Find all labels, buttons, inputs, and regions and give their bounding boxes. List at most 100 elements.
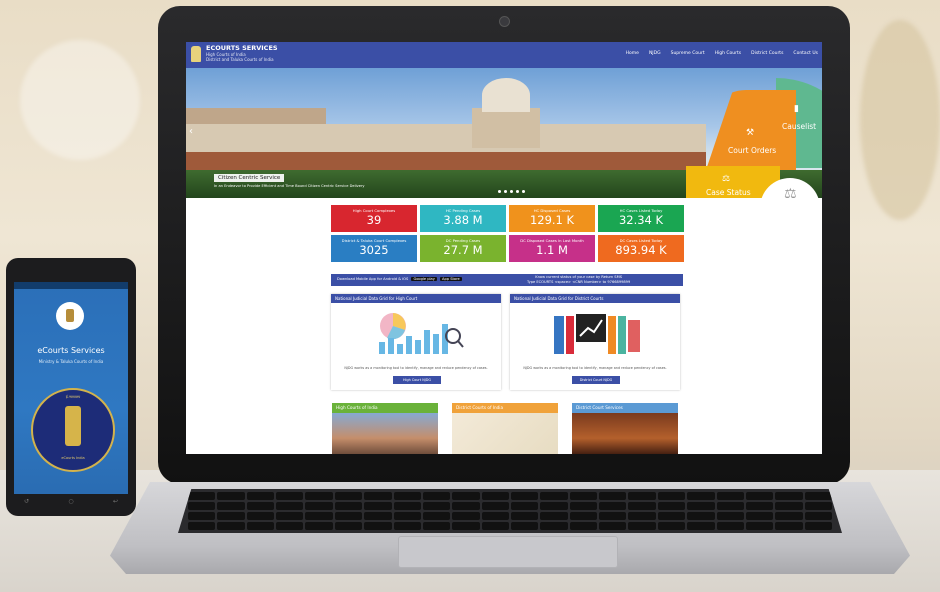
keyboard-key bbox=[481, 502, 509, 510]
card-district-courts[interactable]: District Courts of India bbox=[452, 403, 558, 454]
keyboard-key bbox=[775, 492, 803, 500]
wheel-label-court-orders: Court Orders bbox=[728, 146, 777, 155]
phone-back-icon[interactable]: ↺ bbox=[24, 498, 29, 505]
nav-home[interactable]: Home bbox=[626, 51, 639, 56]
keyboard-key bbox=[804, 512, 832, 520]
google-play-badge[interactable]: Google play bbox=[411, 277, 437, 281]
keyboard-key bbox=[569, 502, 598, 510]
phone-recent-icon[interactable]: ↩ bbox=[113, 498, 118, 505]
card-image bbox=[452, 413, 558, 454]
keyboard-key bbox=[628, 512, 656, 520]
main-nav: Home NJDG Supreme Court High Courts Dist… bbox=[626, 51, 818, 56]
stat-tile[interactable]: DC Pending Cases 27.7 M bbox=[420, 235, 506, 262]
card-title: District Court Services bbox=[572, 403, 678, 413]
stat-tile[interactable]: HC Cases Listed Today 32.34 K bbox=[598, 205, 684, 232]
ecourts-seal-icon: ई-न्यायालय eCourts India bbox=[31, 388, 115, 472]
stat-tile[interactable]: DC Cases Listed Today 893.94 K bbox=[598, 235, 684, 262]
stat-value: 129.1 K bbox=[529, 213, 575, 227]
keyboard-key bbox=[657, 522, 686, 530]
national-emblem-icon bbox=[191, 46, 201, 62]
keyboard-key bbox=[422, 512, 451, 520]
sms-text: Type ECOURTS <space> <CNR Number> to 976… bbox=[527, 279, 631, 284]
keyboard-key bbox=[305, 512, 333, 520]
keyboard-key bbox=[775, 502, 803, 510]
high-court-njdg-button[interactable]: High Court NJDG bbox=[393, 376, 441, 384]
nav-high-courts[interactable]: High Courts bbox=[715, 51, 741, 56]
slider-prev-icon[interactable]: ‹ bbox=[189, 126, 193, 137]
keyboard-key bbox=[305, 502, 333, 510]
keyboard-key bbox=[510, 492, 539, 500]
scales-center-icon: ⚖ bbox=[784, 186, 797, 198]
keyboard-key bbox=[422, 502, 451, 510]
stat-value: 32.34 K bbox=[618, 213, 664, 227]
stat-label: HC Disposed Cases bbox=[533, 208, 571, 213]
stat-tile[interactable]: HC Pending Cases 3.88 M bbox=[420, 205, 506, 232]
gavel-icon: ⚒ bbox=[746, 128, 755, 138]
keyboard-key bbox=[716, 492, 744, 500]
keyboard-key bbox=[540, 512, 568, 520]
phone-screen: eCourts Services Ministry & Taluka Court… bbox=[14, 282, 128, 494]
stat-label: HC Pending Cases bbox=[445, 208, 481, 213]
keyboard-key bbox=[716, 522, 744, 530]
keyboard-key bbox=[628, 502, 656, 510]
card-high-courts[interactable]: High Courts of India bbox=[332, 403, 438, 454]
sms-title: Know current status of your case by Retu… bbox=[535, 275, 622, 279]
phone-home-icon[interactable]: ○ bbox=[68, 498, 73, 505]
panel-desc: NJDG works as a monitoring tool to ident… bbox=[344, 366, 488, 370]
card-image bbox=[332, 413, 438, 454]
stat-label: High Court Complexes bbox=[352, 208, 396, 213]
causelist-icon: ▮ bbox=[794, 104, 799, 114]
stat-value: 1.1 M bbox=[536, 243, 568, 257]
nav-district-courts[interactable]: District Courts bbox=[751, 51, 783, 56]
app-sms-banner: Download Mobile App for Android & iOS Go… bbox=[331, 274, 683, 286]
keyboard-key bbox=[305, 492, 333, 500]
keyboard-key bbox=[334, 512, 363, 520]
keyboard-key bbox=[188, 492, 216, 500]
njdg-chart-illustration bbox=[379, 313, 464, 354]
keyboard-key bbox=[510, 512, 539, 520]
nav-supreme-court[interactable]: Supreme Court bbox=[671, 51, 705, 56]
keyboard-key bbox=[628, 492, 656, 500]
keyboard-key bbox=[246, 492, 275, 500]
keyboard-key bbox=[599, 512, 627, 520]
keyboard-key bbox=[334, 522, 363, 530]
keyboard-key bbox=[246, 522, 275, 530]
district-court-njdg-button[interactable]: District Court NJDG bbox=[572, 376, 620, 384]
njdg-district-court-panel: National Judicial Data Grid for District… bbox=[510, 294, 680, 390]
hero-tower bbox=[472, 108, 540, 148]
wheel-label-case-status: Case Status bbox=[706, 188, 751, 197]
keyboard-key bbox=[687, 512, 715, 520]
keyboard-key bbox=[217, 492, 245, 500]
app-store-badge[interactable]: App Store bbox=[440, 277, 462, 281]
keyboard-key bbox=[804, 522, 832, 530]
card-title: High Courts of India bbox=[332, 403, 438, 413]
phone-status-bar bbox=[14, 282, 128, 289]
panel-title: National Judicial Data Grid for High Cou… bbox=[331, 294, 501, 303]
wheel-label-causelist: Causelist bbox=[782, 122, 817, 131]
keyboard-key bbox=[540, 492, 568, 500]
stats-grid: High Court Complexes 39 HC Pending Cases… bbox=[331, 205, 684, 262]
stat-label: HC Cases Listed Today bbox=[619, 208, 663, 213]
keyboard-key bbox=[217, 502, 245, 510]
download-app-text: Download Mobile App for Android & iOS Go… bbox=[337, 277, 462, 281]
slider-dots[interactable] bbox=[498, 190, 525, 193]
keyboard-key bbox=[599, 522, 627, 530]
stat-tile[interactable]: High Court Complexes 39 bbox=[331, 205, 417, 232]
hero-caption-sub: In an Endeavor to Provide Efficient and … bbox=[214, 184, 365, 188]
keyboard-key bbox=[687, 492, 715, 500]
stat-tile[interactable]: District & Taluka Court Complexes 3025 bbox=[331, 235, 417, 262]
card-title: District Courts of India bbox=[452, 403, 558, 413]
stat-label: DC Cases Listed Today bbox=[619, 238, 663, 243]
stat-tile[interactable]: HC Disposed Cases 129.1 K bbox=[509, 205, 595, 232]
stat-tile[interactable]: DC Disposed Cases in Last Month 1.1 M bbox=[509, 235, 595, 262]
keyboard-key bbox=[657, 502, 686, 510]
site-brand[interactable]: ECOURTS SERVICES High Courts of India Di… bbox=[206, 45, 278, 63]
card-district-court-services[interactable]: District Court Services bbox=[572, 403, 678, 454]
scales-icon: ⚖ bbox=[722, 174, 731, 184]
stat-value: 39 bbox=[366, 213, 382, 227]
phone-app-logo bbox=[56, 302, 84, 330]
nav-contact-us[interactable]: Contact Us bbox=[793, 51, 818, 56]
nav-njdg[interactable]: NJDG bbox=[649, 51, 661, 56]
hero-building-base bbox=[186, 152, 706, 170]
laptop-lid: ECOURTS SERVICES High Courts of India Di… bbox=[158, 6, 850, 484]
